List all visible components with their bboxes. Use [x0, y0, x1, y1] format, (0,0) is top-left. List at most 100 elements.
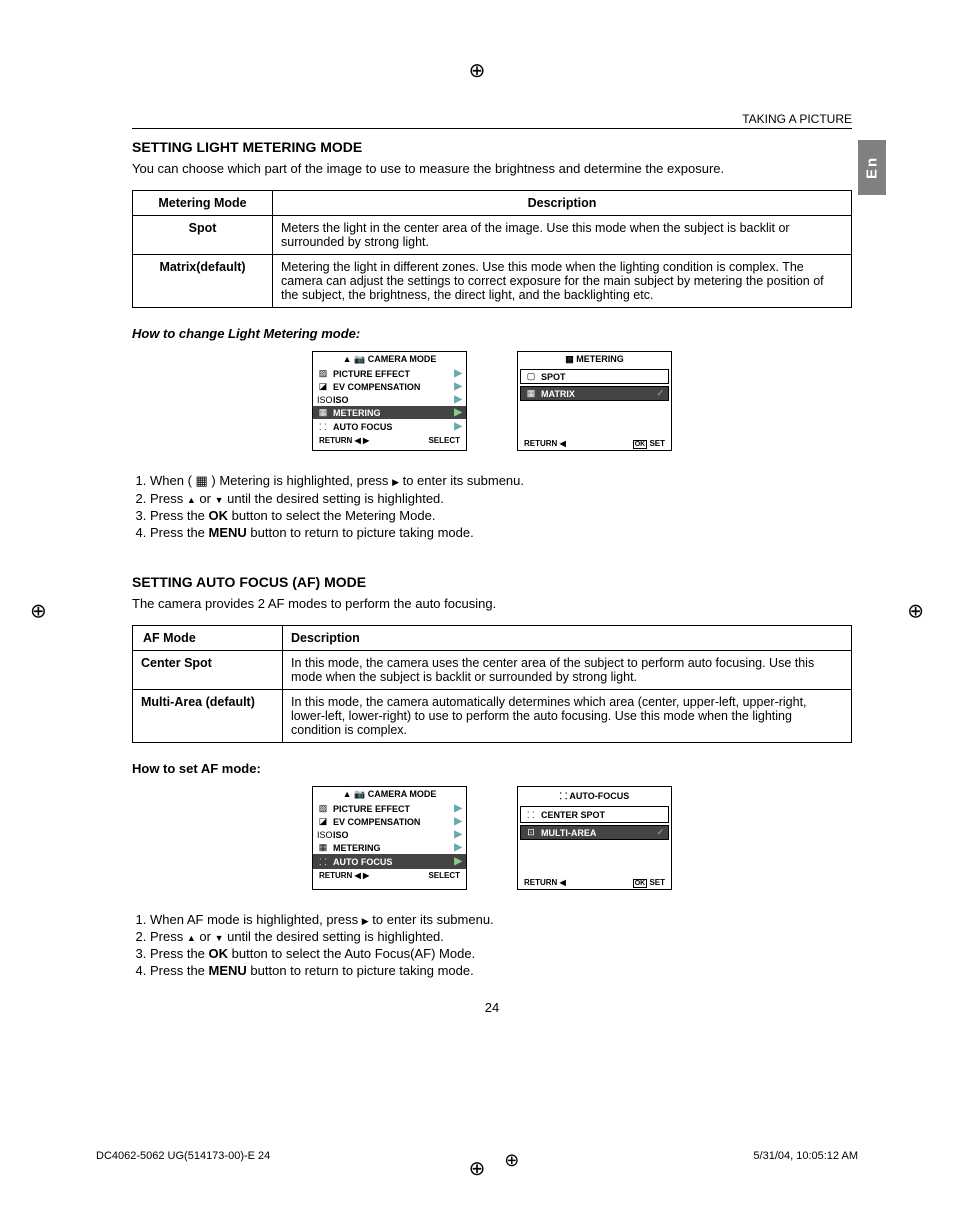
triangle-down-icon [215, 929, 224, 944]
menu-item-label: ISO [333, 830, 349, 840]
table-row: Matrix(default) Metering the light in di… [133, 255, 852, 308]
menu-item: ⸬ AUTO FOCUS ▶ [313, 419, 466, 434]
th-metering-mode: Metering Mode [133, 191, 273, 216]
af-submenu: ⸬ AUTO-FOCUS ⸬ CENTER SPOT ⊡MULTI-AREA✓ R… [517, 786, 672, 890]
registration-mark-left: ⊕ [30, 598, 47, 623]
submenu-option-highlighted: ⊡MULTI-AREA✓ [520, 825, 669, 840]
step-item: Press or until the desired setting is hi… [150, 929, 852, 944]
menu-title: ▲ 📷 CAMERA MODE [313, 352, 466, 367]
page-number: 24 [132, 1000, 852, 1015]
table-row: Spot Meters the light in the center area… [133, 216, 852, 255]
section1-intro: You can choose which part of the image t… [132, 161, 852, 176]
section1-title: SETTING LIGHT METERING MODE [132, 139, 852, 155]
footer-select: SELECT [428, 871, 460, 880]
footer-return: RETURN [524, 878, 557, 887]
menu-item-label: PICTURE EFFECT [333, 804, 410, 814]
section1-steps: When ( ▦ ) Metering is highlighted, pres… [132, 473, 852, 540]
row-name: Center Spot [133, 651, 283, 690]
chevron-right-icon: ▶ [454, 394, 462, 405]
step-item: Press the MENU button to return to pictu… [150, 525, 852, 540]
table-row: Center Spot In this mode, the camera use… [133, 651, 852, 690]
table-row: Multi-Area (default) In this mode, the c… [133, 690, 852, 743]
menu-item: ▨PICTURE EFFECT▶ [313, 367, 466, 380]
ev-icon: ◪ [317, 381, 329, 392]
row-name: Matrix(default) [133, 255, 273, 308]
section2-steps: When AF mode is highlighted, press to en… [132, 912, 852, 978]
menu-item-label: EV COMPENSATION [333, 382, 420, 392]
option-label: SPOT [541, 372, 566, 382]
submenu-footer: RETURN ◀OK SET [518, 437, 671, 450]
chevron-right-icon: ▶ [454, 421, 462, 432]
section2-title: SETTING AUTO FOCUS (AF) MODE [132, 574, 852, 590]
menu-item-highlighted: ▦METERING▶ [313, 406, 466, 419]
section2-menus: ▲ 📷 CAMERA MODE ▨PICTURE EFFECT▶ ◪EV COM… [132, 786, 852, 890]
triangle-up-icon [187, 929, 196, 944]
submenu-title: ⸬ AUTO-FOCUS [518, 787, 671, 804]
chevron-right-icon: ▶ [454, 368, 462, 379]
camera-mode-menu: ▲ 📷 CAMERA MODE ▨PICTURE EFFECT▶ ◪EV COM… [312, 351, 467, 451]
triangle-right-icon [392, 473, 399, 488]
iso-icon: ISO [317, 830, 329, 840]
row-desc: In this mode, the camera uses the center… [283, 651, 852, 690]
af-icon: ⸬ [317, 855, 329, 868]
page-container: ⊕ ⊕ ⊕ ⊕ En TAKING A PICTURE SETTING LIGH… [0, 0, 954, 1221]
th-af-mode: AF Mode [133, 626, 283, 651]
menu-item: ISO ISO ▶ [313, 828, 466, 841]
menu-item-label: ISO [333, 395, 349, 405]
triangle-down-icon [215, 491, 224, 506]
menu-item-label: AUTO FOCUS [333, 422, 392, 432]
chevron-right-icon: ▶ [454, 803, 462, 814]
menu-item-label: AUTO FOCUS [333, 857, 392, 867]
option-label: CENTER SPOT [541, 810, 605, 820]
footer-return: RETURN [319, 436, 352, 445]
metering-submenu: ▦ METERING ▢SPOT ▦MATRIX✓ RETURN ◀OK SET [517, 351, 672, 451]
row-desc: In this mode, the camera automatically d… [283, 690, 852, 743]
menu-item: ISOISO▶ [313, 393, 466, 406]
registration-mark-top: ⊕ [469, 58, 486, 83]
triangle-right-icon [362, 912, 369, 927]
chevron-right-icon: ▶ [454, 829, 462, 840]
af-table: AF Mode Description Center Spot In this … [132, 625, 852, 743]
center-spot-icon: ⸬ [525, 808, 537, 821]
ok-icon: OK [633, 879, 648, 888]
chevron-right-icon: ▶ [454, 816, 462, 827]
triangle-up-icon [187, 491, 196, 506]
submenu-footer: RETURN ◀OK SET [518, 876, 671, 889]
af-icon: ⸬ [317, 420, 329, 433]
section2-intro: The camera provides 2 AF modes to perfor… [132, 596, 852, 611]
menu-item-label: EV COMPENSATION [333, 817, 420, 827]
multi-area-icon: ⊡ [525, 827, 537, 838]
submenu-title-text: METERING [576, 354, 624, 364]
registration-mark-right: ⊕ [907, 598, 924, 623]
language-tab: En [858, 140, 886, 195]
spot-icon: ▢ [525, 371, 537, 382]
menu-item: ▦METERING▶ [313, 841, 466, 854]
ev-icon: ◪ [317, 816, 329, 827]
print-footer: DC4062-5062 UG(514173-00)-E 24 ⊕ 5/31/04… [96, 1150, 858, 1171]
option-label: MATRIX [541, 389, 575, 399]
matrix-icon: ▦ [525, 388, 537, 399]
section1-howto: How to change Light Metering mode: [132, 326, 852, 341]
check-icon: ✓ [656, 827, 664, 838]
row-name: Spot [133, 216, 273, 255]
step-item: When ( ▦ ) Metering is highlighted, pres… [150, 473, 852, 489]
check-icon: ✓ [656, 388, 664, 399]
menu-footer: RETURN ◀ ▶SELECT [313, 434, 466, 447]
ok-bold: OK [209, 946, 229, 961]
chevron-right-icon: ▶ [454, 381, 462, 392]
submenu-option: ⸬ CENTER SPOT [520, 806, 669, 823]
running-head: TAKING A PICTURE [132, 112, 852, 129]
footer-set: SET [649, 439, 665, 448]
footer-return: RETURN [524, 439, 557, 448]
submenu-title-text: AUTO-FOCUS [569, 791, 629, 801]
step-item: Press the MENU button to return to pictu… [150, 963, 852, 978]
section2-howto: How to set AF mode: [132, 761, 852, 776]
menu-bold: MENU [209, 525, 247, 540]
step-item: Press or until the desired setting is hi… [150, 491, 852, 506]
menu-item-label: PICTURE EFFECT [333, 369, 410, 379]
menu-footer: RETURN ◀ ▶SELECT [313, 869, 466, 882]
menu-item: ▨PICTURE EFFECT▶ [313, 802, 466, 815]
menu-item-label: METERING [333, 408, 381, 418]
menu-item: ◪ EV COMPENSATION ▶ [313, 815, 466, 828]
th-description: Description [273, 191, 852, 216]
